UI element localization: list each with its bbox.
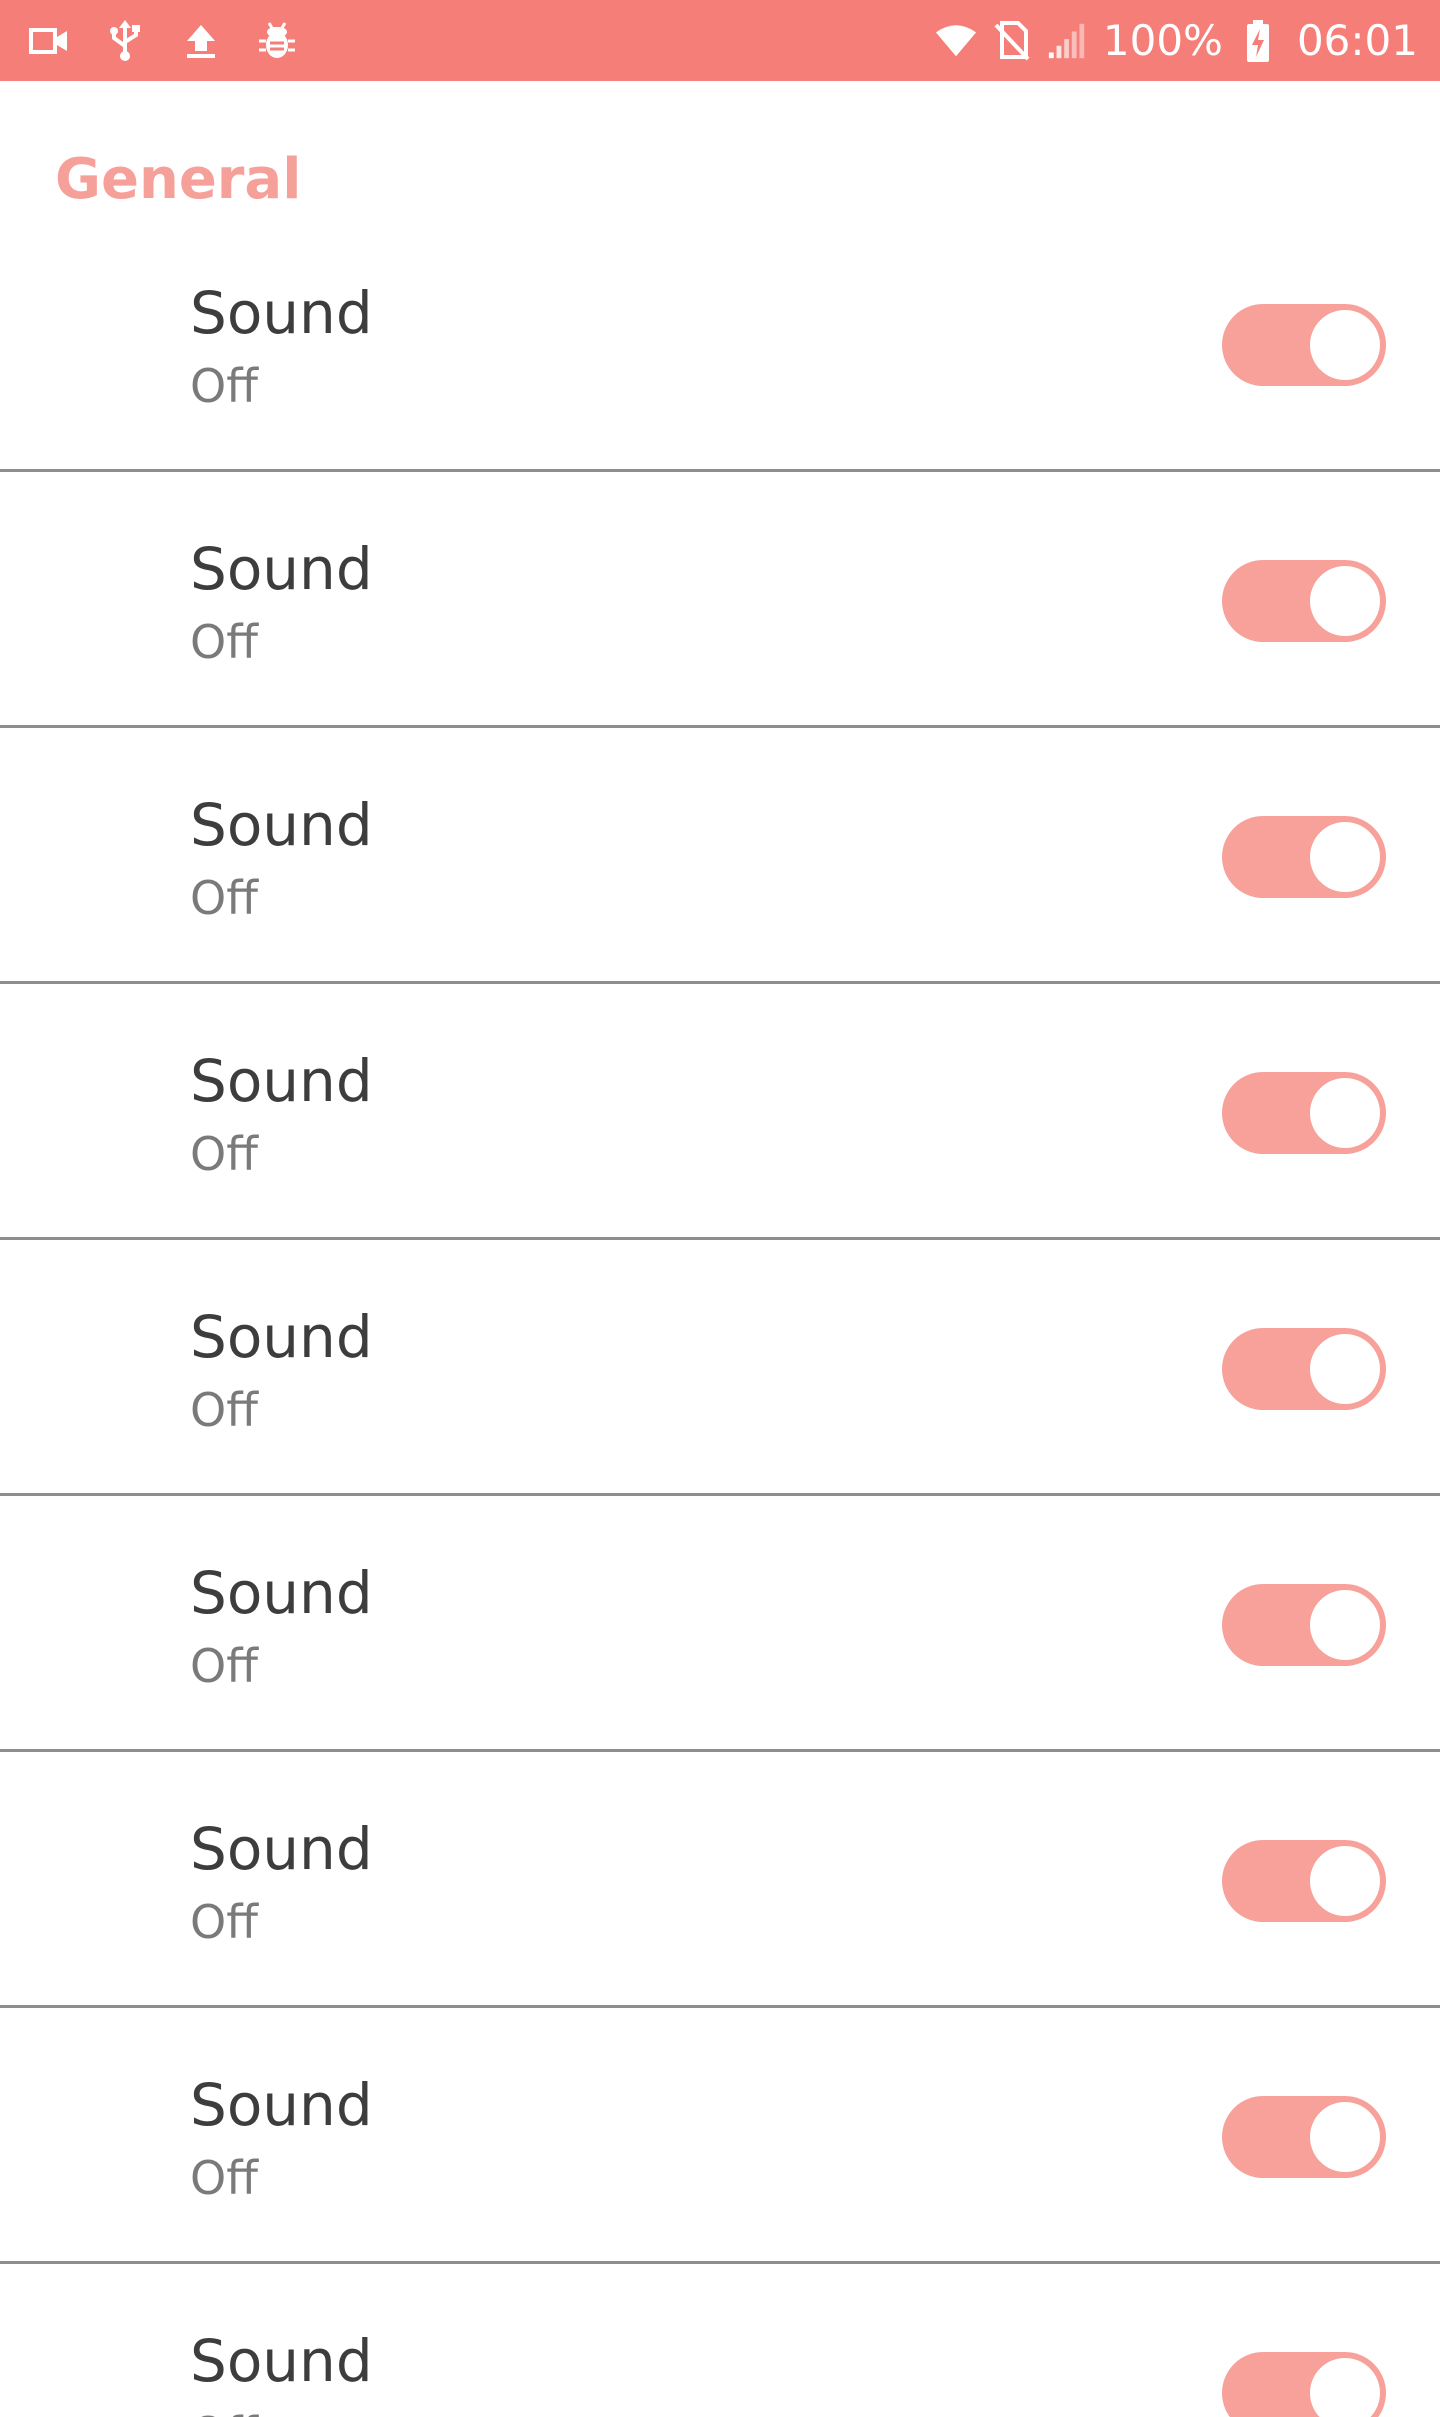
setting-summary: Off xyxy=(190,359,258,413)
sound-toggle-switch[interactable] xyxy=(1222,2096,1386,2178)
wifi-icon xyxy=(935,20,977,62)
setting-row[interactable]: Sound Off xyxy=(0,1496,1440,1752)
sound-toggle-switch[interactable] xyxy=(1222,2352,1386,2417)
sound-toggle-switch[interactable] xyxy=(1222,1072,1386,1154)
setting-row[interactable]: Sound Off xyxy=(0,1240,1440,1496)
setting-row[interactable]: Sound Off xyxy=(0,2008,1440,2264)
setting-summary: Off xyxy=(190,1383,258,1437)
upload-icon xyxy=(180,20,222,62)
setting-title: Sound xyxy=(190,1815,373,1883)
switch-thumb xyxy=(1310,1846,1380,1916)
switch-thumb xyxy=(1310,2102,1380,2172)
setting-title: Sound xyxy=(190,1303,373,1371)
status-bar-system: 100% 06:01 xyxy=(935,0,1418,81)
battery-charging-icon xyxy=(1237,19,1279,62)
setting-title: Sound xyxy=(190,2327,373,2395)
setting-title: Sound xyxy=(190,1047,373,1115)
android-debug-icon xyxy=(256,20,298,62)
setting-summary: Off xyxy=(190,1895,258,1949)
section-header-general: General xyxy=(55,147,302,212)
setting-title: Sound xyxy=(190,279,373,347)
status-bar: 100% 06:01 xyxy=(0,0,1440,81)
setting-title: Sound xyxy=(190,535,373,603)
settings-list: Sound Off Sound Off Sound Off Sound Off … xyxy=(0,216,1440,2417)
sound-toggle-switch[interactable] xyxy=(1222,304,1386,386)
video-camera-icon xyxy=(28,20,70,62)
clock: 06:01 xyxy=(1296,16,1418,65)
setting-summary: Off xyxy=(190,2408,258,2417)
setting-row[interactable]: Sound Off xyxy=(0,2264,1440,2417)
setting-summary: Off xyxy=(190,871,258,925)
switch-thumb xyxy=(1310,2358,1380,2417)
status-bar-notifications xyxy=(28,0,298,81)
setting-title: Sound xyxy=(190,791,373,859)
sound-toggle-switch[interactable] xyxy=(1222,816,1386,898)
setting-row[interactable]: Sound Off xyxy=(0,1752,1440,2008)
setting-row[interactable]: Sound Off xyxy=(0,728,1440,984)
no-sim-icon xyxy=(991,20,1033,62)
sound-toggle-switch[interactable] xyxy=(1222,1328,1386,1410)
sound-toggle-switch[interactable] xyxy=(1222,1584,1386,1666)
switch-thumb xyxy=(1310,1078,1380,1148)
sound-toggle-switch[interactable] xyxy=(1222,1840,1386,1922)
switch-thumb xyxy=(1310,566,1380,636)
switch-thumb xyxy=(1310,1590,1380,1660)
battery-percent: 100% xyxy=(1102,16,1223,65)
sound-toggle-switch[interactable] xyxy=(1222,560,1386,642)
switch-thumb xyxy=(1310,310,1380,380)
usb-icon xyxy=(104,19,146,62)
setting-row[interactable]: Sound Off xyxy=(0,472,1440,728)
signal-icon xyxy=(1047,20,1089,62)
setting-summary: Off xyxy=(190,1127,258,1181)
switch-thumb xyxy=(1310,822,1380,892)
setting-row[interactable]: Sound Off xyxy=(0,216,1440,472)
setting-row[interactable]: Sound Off xyxy=(0,984,1440,1240)
setting-title: Sound xyxy=(190,1559,373,1627)
switch-thumb xyxy=(1310,1334,1380,1404)
setting-summary: Off xyxy=(190,1639,258,1693)
setting-title: Sound xyxy=(190,2071,373,2139)
setting-summary: Off xyxy=(190,615,258,669)
setting-summary: Off xyxy=(190,2151,258,2205)
